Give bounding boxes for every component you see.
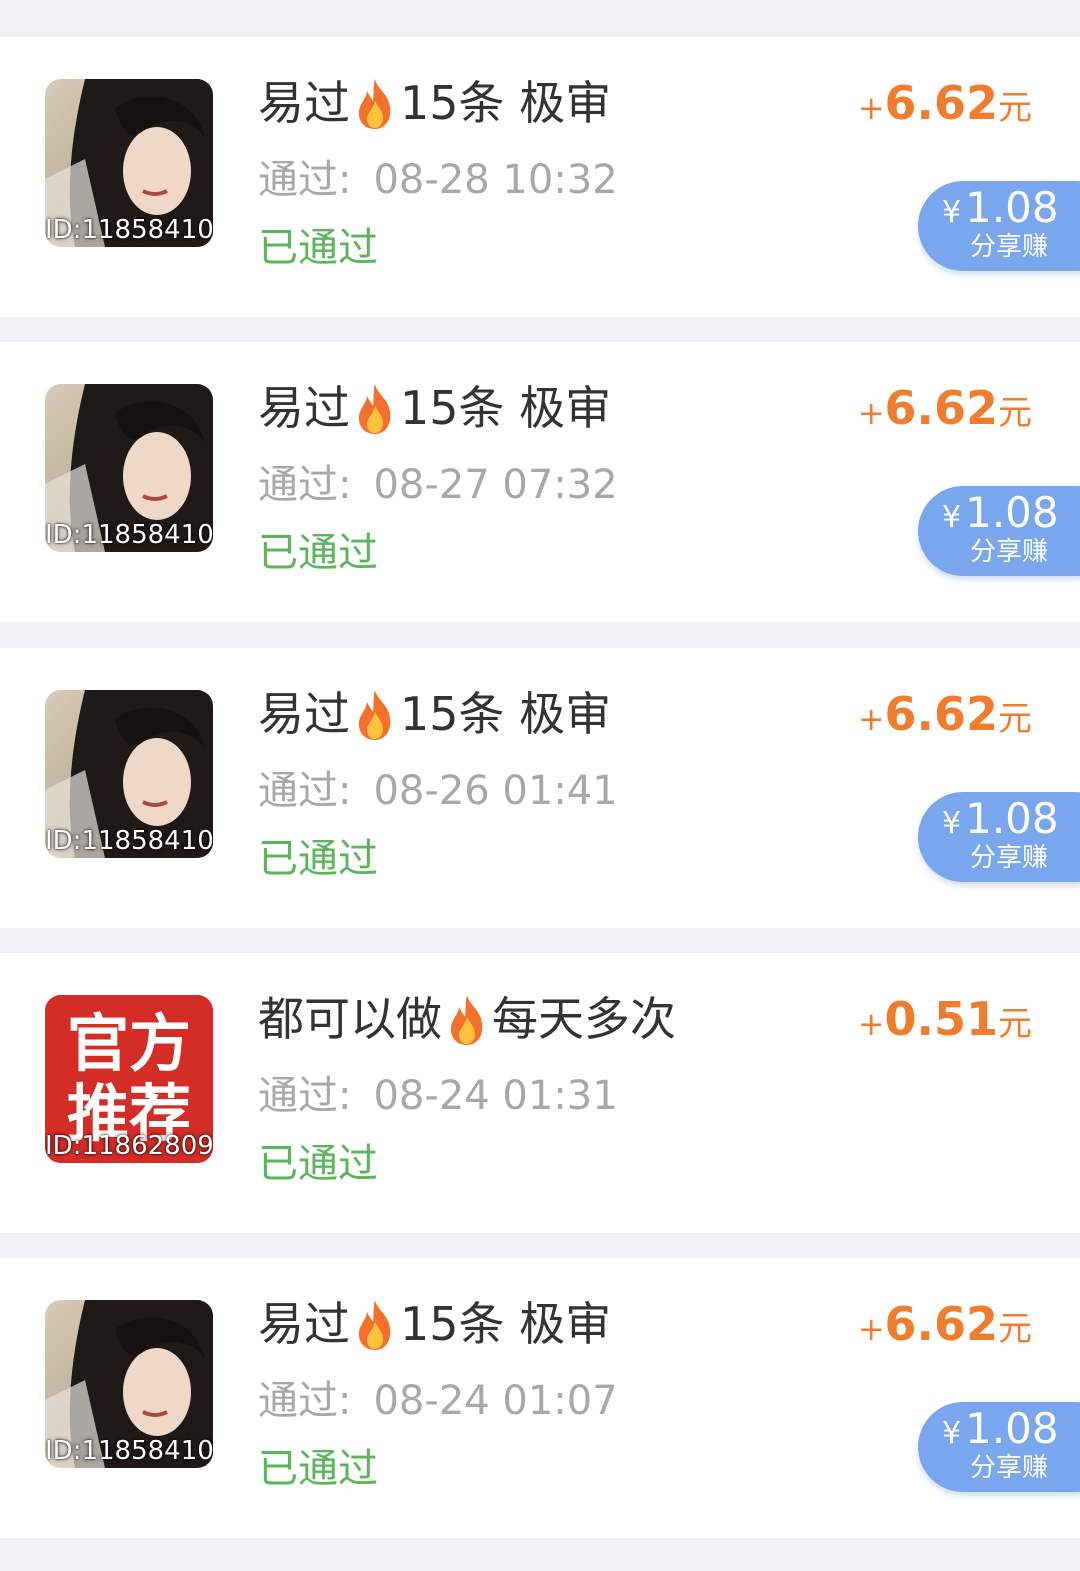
reward-value: 6.62	[884, 687, 999, 741]
pass-time-value: 08-24 01:31	[373, 1073, 618, 1119]
thumbnail-id-label: ID:11862809	[45, 1131, 213, 1161]
reward-plus: +	[857, 700, 885, 738]
share-currency: ¥	[942, 806, 962, 841]
pass-time-label: 通过:	[258, 462, 352, 508]
reward-value: 6.62	[884, 76, 999, 130]
reward-unit: 元	[998, 393, 1032, 433]
share-label: 分享赚	[970, 232, 1049, 262]
reward-amount: +6.62元	[858, 1296, 1032, 1363]
pass-time: 通过: 08-27 07:32	[258, 460, 618, 510]
pass-time-label: 通过:	[258, 768, 352, 814]
reward-amount: +6.62元	[858, 686, 1032, 753]
thumbnail-id-label: ID:11858410	[45, 215, 213, 245]
thumbnail-id-label: ID:11858410	[45, 520, 213, 550]
task-title-text: 15条 极审	[400, 687, 612, 741]
reward-plus: +	[857, 1005, 885, 1043]
status-text: 已通过	[258, 1141, 378, 1187]
pass-time: 通过: 08-24 01:07	[258, 1376, 618, 1426]
task-thumbnail: ID:11858410	[45, 690, 213, 858]
reward-plus: +	[857, 394, 885, 432]
thumbnail-id-label: ID:11858410	[45, 826, 213, 856]
reward-value: 6.62	[884, 381, 999, 435]
task-thumbnail: ID:11858410	[45, 79, 213, 247]
reward-plus: +	[857, 89, 885, 127]
fire-icon	[358, 79, 391, 129]
pass-time-label: 通过:	[258, 157, 352, 203]
status-text: 已通过	[258, 1446, 378, 1492]
task-title: 易过 15条 极审	[258, 75, 611, 131]
task-thumbnail: ID:11858410	[45, 1300, 213, 1468]
share-earn-button[interactable]: ¥1.08 分享赚	[918, 1402, 1080, 1492]
share-value: 1.08	[965, 794, 1059, 843]
share-value: 1.08	[965, 183, 1059, 232]
share-earn-button[interactable]: ¥1.08 分享赚	[918, 486, 1080, 576]
share-currency: ¥	[942, 500, 962, 535]
pass-time-label: 通过:	[258, 1378, 352, 1424]
list-item[interactable]: ID:11858410 易过 15条 极审 通过: 08-27 07:32 已通过 …	[0, 342, 1080, 622]
task-title-text: 每天多次	[492, 992, 676, 1046]
task-title-text: 15条 极审	[400, 1297, 612, 1351]
task-title-text: 易过	[258, 1297, 350, 1351]
fire-icon	[358, 690, 391, 740]
status-text: 已通过	[258, 530, 378, 576]
reward-value: 0.51	[884, 992, 999, 1046]
thumbnail-id-label: ID:11858410	[45, 1436, 213, 1466]
reward-unit: 元	[998, 1004, 1032, 1044]
task-title-text: 都可以做	[258, 992, 442, 1046]
pass-time-label: 通过:	[258, 1073, 352, 1119]
share-value: 1.08	[965, 1404, 1059, 1453]
reward-unit: 元	[998, 88, 1032, 128]
pass-time: 通过: 08-24 01:31	[258, 1071, 618, 1121]
task-title-text: 易过	[258, 687, 350, 741]
list-item[interactable]: ID:11858410 易过 15条 极审 通过: 08-24 01:07 已通过 …	[0, 1258, 1080, 1538]
pass-time-value: 08-24 01:07	[373, 1378, 618, 1424]
badge-line-1: 官方	[67, 1007, 191, 1080]
reward-value: 6.62	[884, 1297, 999, 1351]
task-title-text: 15条 极审	[400, 381, 612, 435]
pass-time: 通过: 08-26 01:41	[258, 766, 618, 816]
task-title: 易过 15条 极审	[258, 686, 611, 742]
reward-amount: +6.62元	[858, 75, 1032, 142]
share-earn-button[interactable]: ¥1.08 分享赚	[918, 181, 1080, 271]
task-thumbnail: ID:11858410	[45, 384, 213, 552]
task-title-text: 易过	[258, 381, 350, 435]
pass-time: 通过: 08-28 10:32	[258, 155, 618, 205]
task-thumbnail: 官方 推荐 ID:11862809	[45, 995, 213, 1163]
task-title: 易过 15条 极审	[258, 380, 611, 436]
status-text: 已通过	[258, 225, 378, 271]
reward-plus: +	[857, 1310, 885, 1348]
task-record-list: ID:11858410 易过 15条 极审 通过: 08-28 10:32 已通过 …	[0, 0, 1080, 1571]
list-item[interactable]: 官方 推荐 ID:11862809 都可以做 每天多次 通过: 08-24 01:3…	[0, 953, 1080, 1233]
task-title: 易过 15条 极审	[258, 1296, 611, 1352]
share-value: 1.08	[965, 488, 1059, 537]
share-earn-button[interactable]: ¥1.08 分享赚	[918, 792, 1080, 882]
pass-time-value: 08-27 07:32	[373, 462, 618, 508]
list-item[interactable]: ID:11858410 易过 15条 极审 通过: 08-28 10:32 已通过 …	[0, 37, 1080, 317]
task-title: 都可以做 每天多次	[258, 991, 676, 1047]
share-currency: ¥	[942, 195, 962, 230]
task-title-text: 易过	[258, 76, 350, 130]
list-item[interactable]: ID:11858410 易过 15条 极审 通过: 08-26 01:41 已通过 …	[0, 648, 1080, 928]
fire-icon	[358, 384, 391, 434]
reward-amount: +6.62元	[858, 380, 1032, 447]
share-label: 分享赚	[970, 1453, 1049, 1483]
fire-icon	[450, 995, 483, 1045]
pass-time-value: 08-28 10:32	[373, 157, 618, 203]
share-label: 分享赚	[970, 537, 1049, 567]
task-title-text: 15条 极审	[400, 76, 612, 130]
share-currency: ¥	[942, 1416, 962, 1451]
share-label: 分享赚	[970, 843, 1049, 873]
reward-unit: 元	[998, 1309, 1032, 1349]
pass-time-value: 08-26 01:41	[373, 768, 618, 814]
fire-icon	[358, 1300, 391, 1350]
status-text: 已通过	[258, 836, 378, 882]
reward-amount: +0.51元	[858, 991, 1032, 1058]
reward-unit: 元	[998, 699, 1032, 739]
